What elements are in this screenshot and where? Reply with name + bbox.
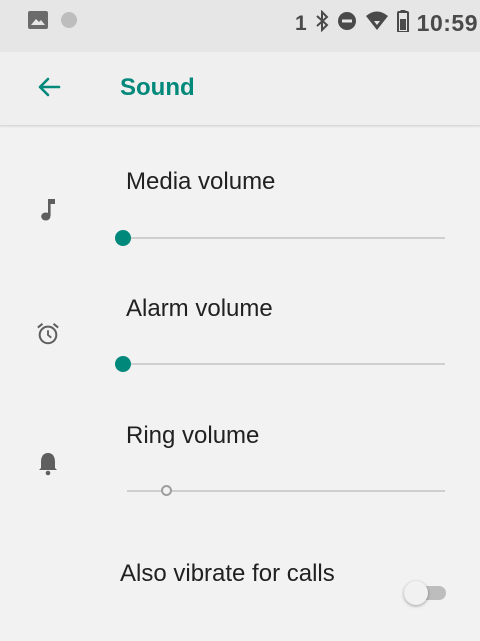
bell-icon: [36, 450, 60, 476]
status-left: [28, 11, 78, 34]
vibrate-label: Also vibrate for calls: [120, 560, 335, 587]
notification-count: 1: [294, 11, 307, 35]
status-time: 10:59: [416, 10, 478, 36]
media-volume-label: Media volume: [126, 168, 276, 195]
dot-icon: [60, 11, 78, 34]
arrow-back-icon: [37, 76, 61, 103]
status-bar: 1 10:59: [0, 0, 480, 52]
slider-track: [123, 363, 445, 365]
slider-thumb[interactable]: [115, 356, 131, 372]
status-right: 1 10:59: [294, 9, 478, 37]
music-note-icon: [36, 197, 60, 223]
back-button[interactable]: [30, 70, 68, 108]
bluetooth-icon: [315, 9, 329, 37]
slider-thumb[interactable]: [115, 230, 131, 246]
battery-icon: [396, 10, 409, 37]
alarm-icon: [36, 321, 60, 347]
slider-track: [123, 237, 445, 239]
alarm-volume-slider[interactable]: [113, 353, 445, 375]
slider-track: [127, 490, 445, 492]
ring-volume-label: Ring volume: [126, 422, 260, 449]
page-title: Sound: [120, 74, 195, 101]
slider-thumb[interactable]: [161, 485, 172, 496]
vibrate-toggle[interactable]: [404, 581, 448, 605]
app-bar: Sound: [0, 52, 480, 126]
image-icon: [28, 11, 48, 34]
wifi-icon: [365, 11, 389, 36]
alarm-volume-label: Alarm volume: [126, 295, 273, 322]
do-not-disturb-icon: [337, 11, 357, 36]
media-volume-slider[interactable]: [113, 227, 445, 249]
ring-volume-slider[interactable]: [113, 480, 445, 502]
toggle-thumb: [404, 581, 428, 605]
